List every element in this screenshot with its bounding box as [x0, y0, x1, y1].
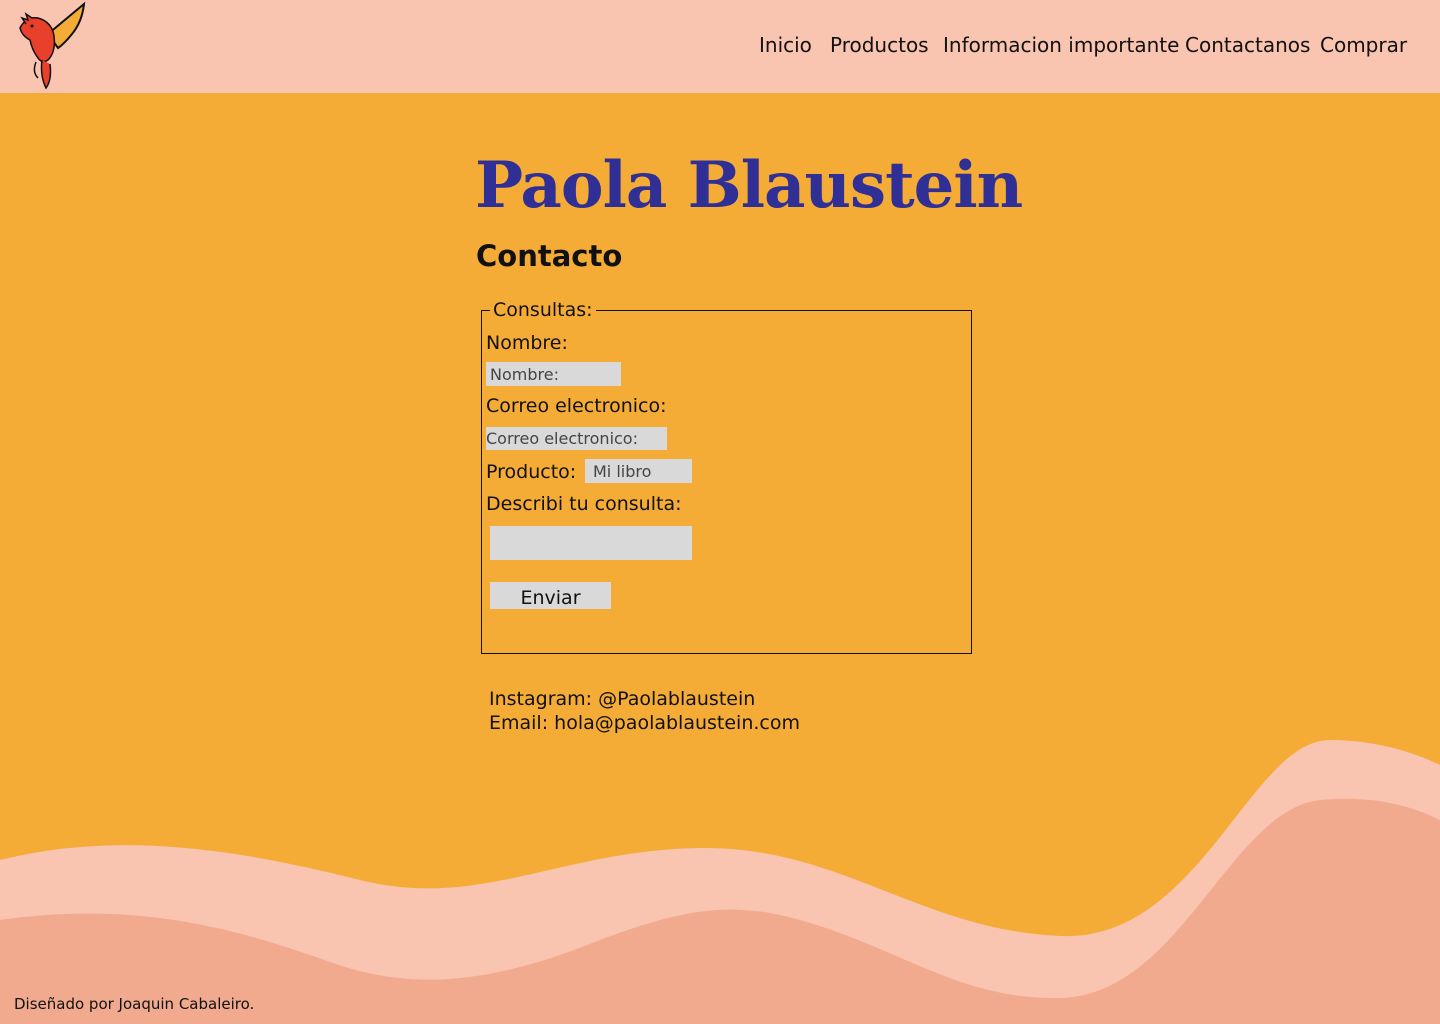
decorative-waves [0, 740, 1440, 1024]
submit-button[interactable]: Enviar [490, 582, 611, 609]
name-input[interactable] [486, 362, 621, 386]
product-label: Producto: [486, 461, 577, 483]
header: Inicio Productos Informacion importante … [0, 0, 1440, 93]
form-legend: Consultas: [490, 299, 596, 321]
nav-item-comprar[interactable]: Comprar [1320, 33, 1407, 57]
product-input[interactable] [585, 459, 692, 483]
footer-credit: Diseñado por Joaquin Cabaleiro. [14, 995, 255, 1013]
nav-item-inicio[interactable]: Inicio [759, 33, 812, 57]
nav-item-informacion-importante[interactable]: Informacion importante [943, 33, 1179, 57]
page-title: Paola Blaustein [475, 148, 1023, 223]
email-label: Correo electronico: [486, 395, 667, 417]
nav-item-productos[interactable]: Productos [830, 33, 929, 57]
section-title: Contacto [476, 239, 623, 273]
message-label: Describi tu consulta: [486, 493, 682, 515]
nav-item-contactanos[interactable]: Contactanos [1185, 33, 1310, 57]
message-textarea[interactable] [490, 526, 692, 560]
name-label: Nombre: [486, 332, 568, 354]
email-input[interactable] [486, 427, 667, 450]
hummingbird-logo-icon[interactable] [12, 0, 90, 93]
